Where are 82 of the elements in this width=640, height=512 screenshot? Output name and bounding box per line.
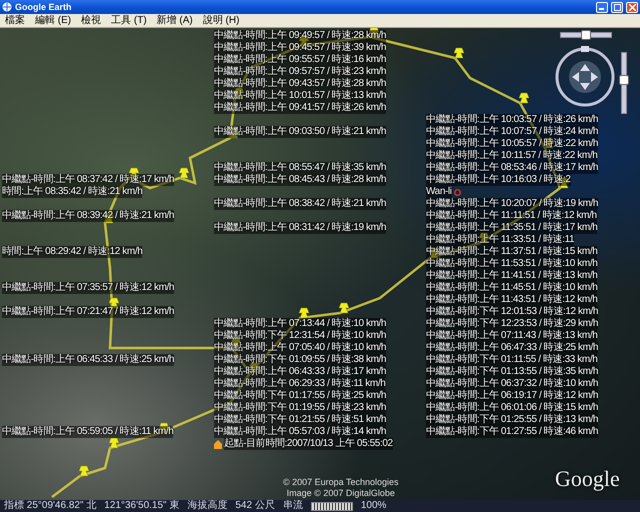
waypoint-label[interactable]: 中繼點-時間:上午 07:05:40 / 時速:10 km/h	[214, 342, 386, 354]
waypoint-label[interactable]: 中繼點-時間:上午 08:38:42 / 時速:21 km/h	[214, 198, 386, 210]
waypoint-label[interactable]: 中繼點-時間:下午 01:13:55 / 時速:35 km/h	[426, 366, 598, 378]
waypoint-label[interactable]: 中繼點-時間:上午 06:43:33 / 時速:17 km/h	[214, 366, 386, 378]
waypoint-label[interactable]: 中繼點-時間:上午 08:45:43 / 時速:28 km/h	[214, 174, 386, 186]
close-icon	[628, 4, 636, 10]
waypoint-label[interactable]: 中繼點-時間:上午 11:37:51 / 時速:15 km/h	[426, 246, 598, 258]
copyright-text: Image © 2007 DigitalGlobe	[286, 488, 395, 499]
waypoint-label[interactable]: 中繼點-時間:上午 06:29:33 / 時速:11 km/h	[214, 378, 386, 390]
waypoint-label[interactable]: 中繼點-時間:上午 09:03:50 / 時速:21 km/h	[214, 126, 386, 138]
waypoint-label[interactable]: 中繼點-時間:上午 06:19:17 / 時速:12 km/h	[426, 390, 598, 402]
waypoint-label[interactable]: 中繼點-時間:上午 09:41:57 / 時速:26 km/h	[214, 102, 386, 114]
menu-item[interactable]: 新增 (A)	[152, 14, 198, 27]
waypoint-label[interactable]: 中繼點-時間:下午 01:09:55 / 時速:38 km/h	[214, 354, 386, 366]
waypoint-label[interactable]: 中繼點-時間:上午 06:45:33 / 時速:25 km/h	[2, 354, 174, 366]
logo: Google	[555, 466, 620, 492]
waypoint-label[interactable]: 中繼點-時間:上午 10:05:57 / 時速:22 km/h	[426, 138, 598, 150]
compass-control-icon[interactable]	[554, 46, 616, 108]
waypoint-label[interactable]: 中繼點-時間:上午 09:55:57 / 時速:16 km/h	[214, 54, 386, 66]
waypoint-label[interactable]: 中繼點-時間:上午 10:07:57 / 時速:24 km/h	[426, 126, 598, 138]
waypoint-label[interactable]: 中繼點-時間:上午 05:59:05 / 時速:11 km/h	[2, 426, 174, 438]
waypoint-label[interactable]: 中繼點-時間:上午 07:35:57 / 時速:12 km/h	[2, 282, 174, 294]
waypoint-label[interactable]: 中繼點-時間:上午 08:55:47 / 時速:35 km/h	[214, 162, 386, 174]
waypoint-label[interactable]: 中繼點-時間:上午 11:53:51 / 時速:10 km/h	[426, 258, 598, 270]
waypoint-label[interactable]: 中繼點-時間:上午 09:49:57 / 時速:28 km/h	[214, 30, 386, 42]
menu-item[interactable]: 檔案	[0, 14, 30, 27]
waypoint-label[interactable]: 中繼點-時間:上午 06:01:06 / 時速:15 km/h	[426, 402, 598, 414]
waypoint-label[interactable]: 中繼點-時間:上午 11:45:51 / 時速:10 km/h	[426, 282, 598, 294]
maximize-button[interactable]	[611, 2, 623, 12]
waypoint-label[interactable]: 中繼點-時間:上午 08:39:42 / 時速:21 km/h	[2, 210, 174, 222]
elevation-value: 542 公尺	[235, 500, 275, 512]
waypoint-label[interactable]: 中繼點-時間:上午 11:35:51 / 時速:17 km/h	[426, 222, 598, 234]
menu-item[interactable]: 檢視	[76, 14, 106, 27]
waypoint-label[interactable]: 中繼點-時間:上午 07:13:44 / 時速:10 km/h	[214, 318, 386, 330]
waypoint-label[interactable]: 中繼點-時間:上午 07:21:47 / 時速:12 km/h	[2, 306, 174, 318]
waypoint-label[interactable]: 中繼點-時間:上午 11:41:51 / 時速:13 km/h	[426, 270, 598, 282]
waypoint-label[interactable]: 中繼點-時間:上午 10:11:57 / 時速:22 km/h	[426, 150, 598, 162]
waypoint-label[interactable]: 中繼點-時間:上午 10:20:07 / 時速:19 km/h	[426, 198, 598, 210]
start-marker-icon	[214, 440, 222, 448]
close-button[interactable]	[626, 2, 638, 12]
waypoint-label[interactable]: 中繼點-時間:下午 01:21:55 / 時速:51 km/h	[214, 414, 386, 426]
menu-item[interactable]: 工具 (T)	[106, 14, 152, 27]
waypoint-label[interactable]: 中繼點-時間:上午 09:57:57 / 時速:23 km/h	[214, 66, 386, 78]
waypoint-label[interactable]: 中繼點-時間:下午 01:11:55 / 時速:33 km/h	[426, 354, 598, 366]
tilt-slider-thumb[interactable]	[581, 30, 591, 40]
waypoint-label[interactable]: 中繼點-時間:上午 09:45:57 / 時速:39 km/h	[214, 42, 386, 54]
pointer-longitude: 121°36'50.15" 東	[104, 500, 180, 512]
waypoint-label[interactable]: 時間:上午 08:29:42 / 時速:12 km/h	[2, 246, 142, 258]
waypoint-label[interactable]: 中繼點-時間:上午 08:37:42 / 時速:17 km/h	[2, 174, 174, 186]
waypoint-label[interactable]: 中繼點-時間:上午 06:37:32 / 時速:10 km/h	[426, 378, 598, 390]
waypoint-label[interactable]: 中繼點-時間:上午 10:01:57 / 時速:13 km/h	[214, 90, 386, 102]
copyright-text: © 2007 Europa Technologies	[283, 477, 399, 488]
streaming-percent: 100%	[360, 500, 386, 512]
zoom-slider-thumb[interactable]	[619, 75, 629, 85]
start-point-label[interactable]: 起點-目前時間:2007/10/13 上午 05:55:02	[224, 438, 393, 450]
menu-item[interactable]: 說明 (H)	[198, 14, 244, 27]
streaming-label: 串流	[282, 500, 303, 512]
waypoint-label[interactable]: 中繼點-時間:上午 06:47:33 / 時速:25 km/h	[426, 342, 598, 354]
globe-icon	[2, 2, 12, 12]
elevation-label: 海拔高度	[187, 500, 228, 512]
waypoint-label[interactable]: 中繼點-時間:下午 01:27:55 / 時速:46 km/h	[426, 426, 598, 438]
waypoint-label[interactable]: 中繼點-時間:上午 11:11:51 / 時速:12 km/h	[426, 210, 597, 222]
waypoint-label[interactable]: 中繼點-時間:上午 08:31:42 / 時速:19 km/h	[214, 222, 386, 234]
waypoint-label[interactable]: 中繼點-時間:下午 01:19:55 / 時速:23 km/h	[214, 402, 386, 414]
window-title: Google Earth	[15, 2, 73, 12]
waypoint-label[interactable]: 中繼點-時間:下午 12:31:54 / 時速:10 km/h	[214, 330, 386, 342]
waypoint-label[interactable]: 中繼點-時間:上午 07:11:43 / 時速:13 km/h	[426, 330, 598, 342]
waypoint-label[interactable]: 中繼點-時間:上午 10:16:03 / 時速:2	[426, 174, 570, 186]
zoom-slider[interactable]	[621, 52, 627, 114]
pointer-latitude: 指標 25°09'46.82" 北	[4, 500, 96, 512]
waypoint-label[interactable]: 中繼點-時間:上午 08:53:46 / 時速:17 km/h	[426, 162, 598, 174]
minimize-button[interactable]	[596, 2, 608, 12]
maximize-icon	[614, 4, 620, 10]
menu-item[interactable]: 編輯 (E)	[30, 14, 76, 27]
waypoint-label[interactable]: 中繼點-時間:上午 11:43:51 / 時速:12 km/h	[426, 294, 598, 306]
waypoint-label[interactable]: 中繼點-時間:下午 01:17:55 / 時速:25 km/h	[214, 390, 386, 402]
place-marker-icon	[454, 188, 461, 196]
waypoint-label[interactable]: 中繼點-時間:下午 01:25:55 / 時速:13 km/h	[426, 414, 598, 426]
waypoint-label[interactable]: 中繼點-時間:上午 09:43:57 / 時速:28 km/h	[214, 78, 386, 90]
waypoint-label[interactable]: 時間:上午 08:35:42 / 時速:21 km/h	[2, 186, 142, 198]
waypoint-label[interactable]: 中繼點-時間:上午 10:03:57 / 時速:26 km/h	[426, 114, 598, 126]
tilt-slider[interactable]	[560, 32, 612, 38]
